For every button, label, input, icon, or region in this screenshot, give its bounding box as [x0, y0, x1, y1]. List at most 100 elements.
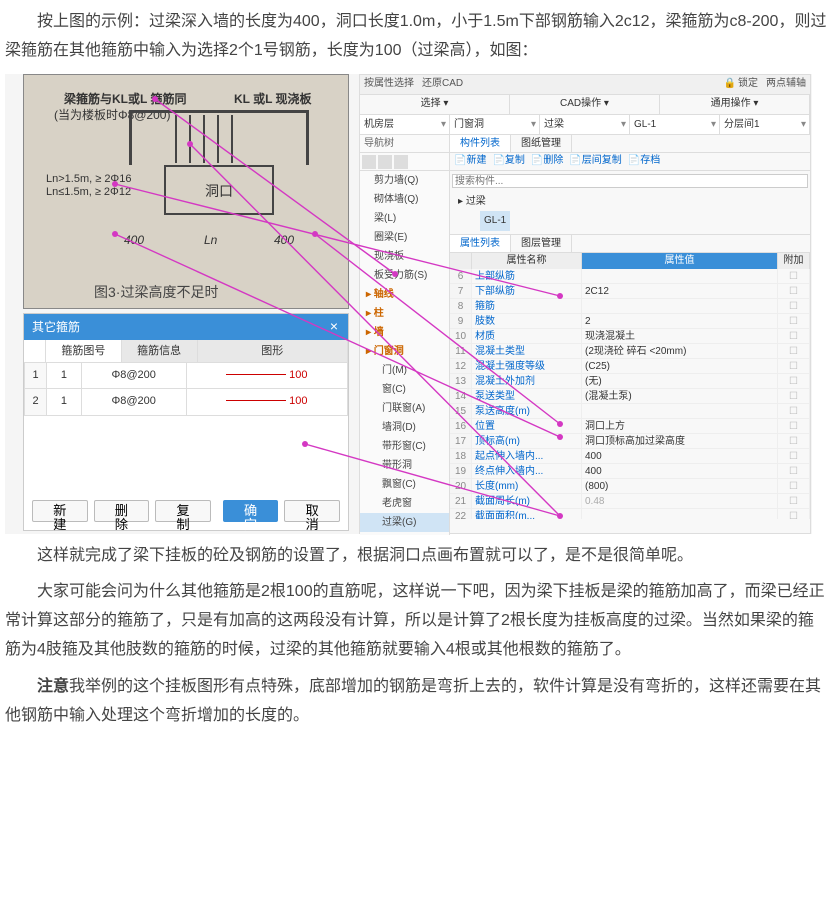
- list-tool[interactable]: 📄层间复制: [569, 152, 621, 170]
- nav-header: 导航树: [360, 135, 449, 153]
- tb-select-by-prop[interactable]: 按属性选择: [364, 75, 414, 93]
- para-4: 注意我举例的这个挂板图形有点特殊，底部增加的钢筋是弯折上去的，软件计算是没有弯折…: [5, 673, 828, 731]
- prop-row[interactable]: 16位置洞口上方: [450, 419, 810, 434]
- nav-item[interactable]: 壁龛(I): [360, 532, 449, 535]
- prop-hdr-add: 附加: [778, 253, 810, 269]
- prop-row[interactable]: 21截面周长(m)0.48: [450, 494, 810, 509]
- prop-hdr-num: [450, 253, 472, 269]
- cancel-button[interactable]: 取消: [284, 500, 340, 522]
- stirrup-table: 11Φ8@200 10021Φ8@200 100: [24, 362, 348, 417]
- close-icon[interactable]: ×: [324, 316, 344, 336]
- nav-item[interactable]: 板受力筋(S): [360, 266, 449, 285]
- prop-row[interactable]: 7下部纵筋2C12: [450, 284, 810, 299]
- sel-common[interactable]: 通用操作 ▾: [660, 94, 810, 114]
- col-rebar-info[interactable]: 箍筋信息: [122, 340, 198, 362]
- prop-row[interactable]: 14泵送类型(混凝土泵): [450, 389, 810, 404]
- prop-row[interactable]: 9肢数2: [450, 314, 810, 329]
- nav-item[interactable]: 飘窗(C): [360, 475, 449, 494]
- prop-row[interactable]: 8箍筋: [450, 299, 810, 314]
- dim-ln: Ln: [204, 230, 217, 252]
- nav-icons[interactable]: [360, 153, 449, 171]
- sel-select[interactable]: 选择 ▾: [360, 94, 510, 114]
- list-tool[interactable]: 📄删除: [531, 152, 563, 170]
- prop-row[interactable]: 13混凝土外加剂(无): [450, 374, 810, 389]
- prop-row[interactable]: 12混凝土强度等级(C25): [450, 359, 810, 374]
- prop-row[interactable]: 20长度(mm)(800): [450, 479, 810, 494]
- dropdown-3[interactable]: GL-1: [630, 115, 720, 134]
- nav-item[interactable]: ▸ 墙: [360, 323, 449, 342]
- nav-item[interactable]: 墙洞(D): [360, 418, 449, 437]
- new-button[interactable]: 新建: [32, 500, 88, 522]
- list-tool[interactable]: 📄新建: [454, 152, 486, 170]
- tab-props[interactable]: 属性列表: [450, 235, 511, 252]
- sel-cad[interactable]: CAD操作 ▾: [510, 94, 660, 114]
- app-screenshot: 梁箍筋与KL或L 箍筋同 KL 或L 现浇板 (当为楼板时Φ8@200) Ln>…: [5, 74, 812, 534]
- structural-drawing: 梁箍筋与KL或L 箍筋同 KL 或L 现浇板 (当为楼板时Φ8@200) Ln>…: [23, 74, 349, 309]
- tb-lock[interactable]: 🔒锁定: [724, 75, 758, 93]
- para-3: 大家可能会问为什么其他箍筋是2根100的直筋呢，这样说一下吧，因为梁下挂板是梁的…: [5, 578, 828, 664]
- nav-item[interactable]: 剪力墙(Q): [360, 171, 449, 190]
- search-input[interactable]: [452, 174, 808, 188]
- top-toolbar: 按属性选择 还原CAD 🔒锁定 两点辅轴: [360, 75, 810, 95]
- nav-item[interactable]: 过梁(G): [360, 513, 449, 532]
- prop-row[interactable]: 6上部纵筋: [450, 269, 810, 284]
- nav-item[interactable]: 带形洞: [360, 456, 449, 475]
- table-row[interactable]: 21Φ8@200 100: [25, 389, 348, 416]
- right-pane: 按属性选择 还原CAD 🔒锁定 两点辅轴 选择 ▾ CAD操作 ▾ 通用操作 ▾…: [359, 74, 811, 534]
- ok-button[interactable]: 确定: [223, 500, 279, 522]
- nav-item[interactable]: 圈梁(E): [360, 228, 449, 247]
- nav-item[interactable]: 砌体墙(Q): [360, 190, 449, 209]
- dialog-title[interactable]: 其它箍筋 ×: [24, 314, 348, 340]
- nav-item[interactable]: 门(M): [360, 361, 449, 380]
- tree-root[interactable]: 过梁: [466, 196, 486, 207]
- nav-item[interactable]: 老虎窗: [360, 494, 449, 513]
- copy-button[interactable]: 复制: [155, 500, 211, 522]
- prop-row[interactable]: 11混凝土类型(2现浇砼 碎石 <20mm): [450, 344, 810, 359]
- prop-row[interactable]: 19终点伸入墙内...400: [450, 464, 810, 479]
- dialog-title-text: 其它箍筋: [32, 320, 80, 334]
- tab-component-list[interactable]: 构件列表: [450, 135, 511, 152]
- prop-row[interactable]: 18起点伸入墙内...400: [450, 449, 810, 464]
- prop-row[interactable]: 10材质现浇混凝土: [450, 329, 810, 344]
- dropdown-2[interactable]: 过梁: [540, 115, 630, 134]
- nav-item[interactable]: 窗(C): [360, 380, 449, 399]
- delete-button[interactable]: 删除: [94, 500, 150, 522]
- dropdown-row: 机房层门窗洞过梁GL-1分层间1: [360, 115, 810, 135]
- prop-row[interactable]: 17顶标高(m)洞口顶标高加过梁高度: [450, 434, 810, 449]
- property-table[interactable]: 6上部纵筋7下部纵筋2C128箍筋9肢数210材质现浇混凝土11混凝土类型(2现…: [450, 269, 810, 519]
- nav-tree: 导航树 剪力墙(Q)砌体墙(Q)梁(L)圈梁(E)现浇板板受力筋(S)▸ 轴线▸…: [360, 135, 450, 535]
- list-tool[interactable]: 📄存档: [628, 152, 660, 170]
- prop-row[interactable]: 15泵送高度(m): [450, 404, 810, 419]
- table-row[interactable]: 11Φ8@200 100: [25, 362, 348, 389]
- property-panel: 属性列表 图层管理 属性名称 属性值 附加 6上部纵筋7下部纵筋2C128箍筋9…: [450, 235, 810, 535]
- dropdown-1[interactable]: 门窗洞: [450, 115, 540, 134]
- col-rebar-num[interactable]: 箍筋图号: [46, 340, 122, 362]
- ln-le-note: Ln≤1.5m, ≥ 2Φ12: [46, 183, 131, 203]
- tree-leaf-gl1[interactable]: GL-1: [480, 211, 510, 231]
- list-tool[interactable]: 📄复制: [492, 152, 524, 170]
- component-tree[interactable]: ▸ 过梁 GL-1: [450, 189, 810, 235]
- prop-hdr-value: 属性值: [582, 253, 778, 269]
- nav-item[interactable]: 现浇板: [360, 247, 449, 266]
- nav-item[interactable]: ▸ 柱: [360, 304, 449, 323]
- dim-left: 400: [124, 230, 144, 252]
- component-list: 构件列表 图纸管理 📄新建 📄复制 📄删除 📄层间复制 📄存档 ▸ 过梁 GL-1: [450, 135, 810, 235]
- tb-restore-cad[interactable]: 还原CAD: [422, 75, 463, 93]
- dim-right: 400: [274, 230, 294, 252]
- sel-row: 选择 ▾ CAD操作 ▾ 通用操作 ▾: [360, 95, 810, 115]
- figure-caption: 图3·过梁高度不足时: [94, 280, 218, 305]
- tab-drawing-mgmt[interactable]: 图纸管理: [511, 135, 572, 152]
- nav-item[interactable]: ▸ 轴线: [360, 285, 449, 304]
- opening-label: 洞口: [164, 165, 274, 215]
- col-shape[interactable]: 图形: [198, 340, 349, 362]
- stirrup-bars: [169, 115, 249, 165]
- dropdown-0[interactable]: 机房层: [360, 115, 450, 134]
- nav-item[interactable]: 门联窗(A): [360, 399, 449, 418]
- nav-item[interactable]: 梁(L): [360, 209, 449, 228]
- dropdown-4[interactable]: 分层间1: [720, 115, 810, 134]
- nav-item[interactable]: 带形窗(C): [360, 437, 449, 456]
- prop-row[interactable]: 22截面面积(m...: [450, 509, 810, 519]
- tb-aux-axis[interactable]: 两点辅轴: [766, 75, 806, 93]
- tab-layers[interactable]: 图层管理: [511, 235, 572, 252]
- nav-item[interactable]: ▸ 门窗洞: [360, 342, 449, 361]
